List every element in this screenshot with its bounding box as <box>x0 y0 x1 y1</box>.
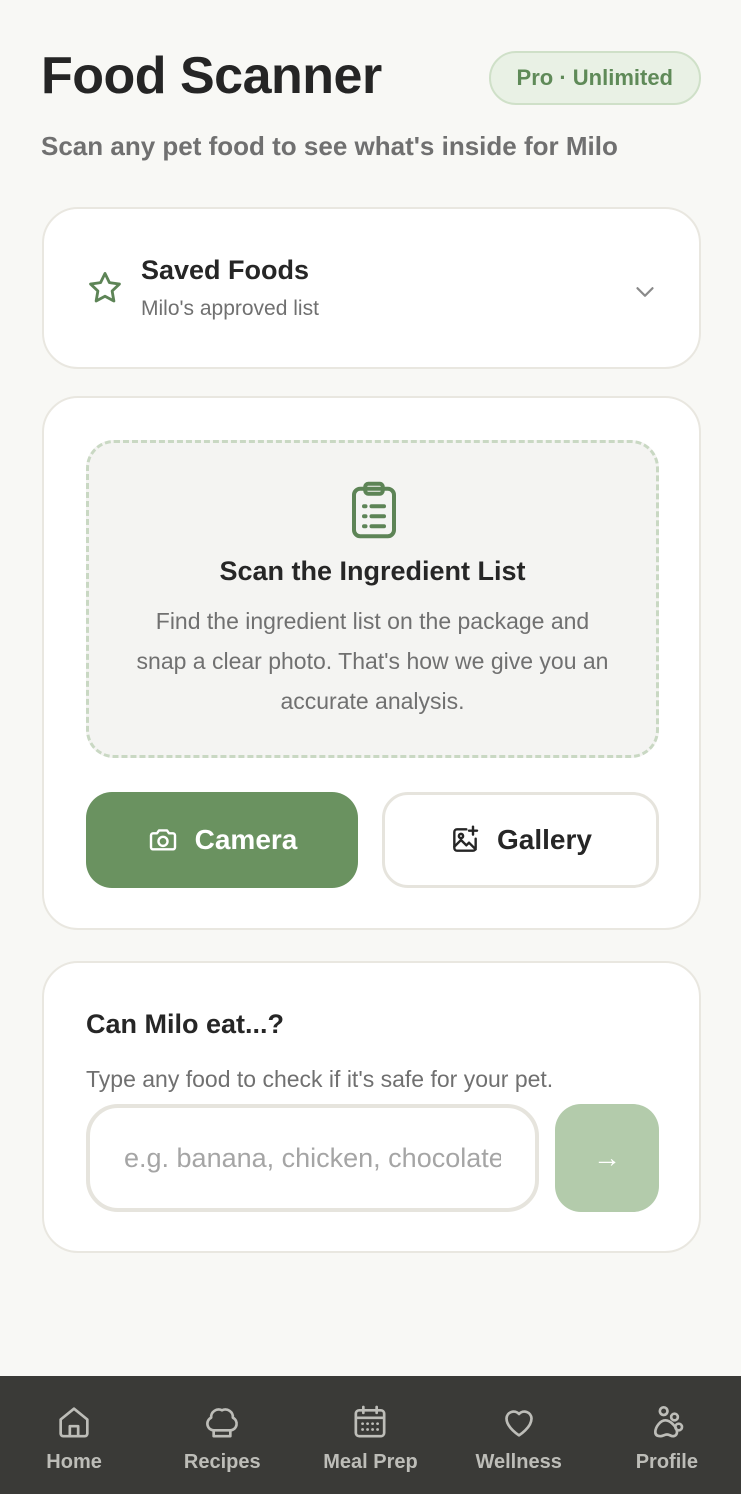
nav-item-home[interactable]: Home <box>0 1376 148 1494</box>
clipboard-list-icon <box>352 481 396 539</box>
nav-item-meal-prep[interactable]: Meal Prep <box>296 1376 444 1494</box>
can-pet-eat-title: Can Milo eat...? <box>86 1009 285 1039</box>
bottom-nav: Home Recipes Meal Prep Wellness Profile <box>0 1376 741 1494</box>
heart-icon <box>504 1410 533 1437</box>
scan-title: Scan the Ingredient List <box>219 556 526 586</box>
food-search-input[interactable] <box>86 1104 539 1212</box>
calendar-icon <box>354 1405 386 1438</box>
scan-card: Scan the Ingredient List Find the ingred… <box>42 396 701 930</box>
gallery-label: Gallery <box>497 824 592 855</box>
scan-drop-zone[interactable]: Scan the Ingredient List Find the ingred… <box>86 440 659 758</box>
nav-item-wellness[interactable]: Wellness <box>445 1376 593 1494</box>
camera-label: Camera <box>194 824 298 855</box>
gallery-button[interactable]: Gallery <box>382 792 659 888</box>
paw-icon <box>653 1406 684 1438</box>
plan-badge[interactable]: Pro · Unlimited <box>488 51 701 105</box>
saved-foods-card[interactable]: Saved Foods Milo's approved list <box>42 207 701 369</box>
star-icon <box>89 272 121 303</box>
chef-hat-icon <box>206 1408 239 1438</box>
home-icon <box>59 1407 89 1438</box>
image-plus-icon <box>453 825 479 852</box>
saved-foods-title: Saved Foods <box>141 255 310 285</box>
can-pet-eat-subtitle: Type any food to check if it's safe for … <box>86 1066 554 1092</box>
nav-label-recipes: Recipes <box>183 1451 261 1473</box>
scan-description: Find the ingredient list on the package … <box>136 608 609 714</box>
nav-label-profile: Profile <box>635 1451 698 1473</box>
nav-label-home: Home <box>46 1451 102 1473</box>
arrow-right-icon: → <box>593 1142 621 1173</box>
camera-icon <box>149 829 176 851</box>
page-header: Food Scanner Pro · Unlimited <box>41 46 701 106</box>
nav-label-meal-prep: Meal Prep <box>323 1451 418 1473</box>
camera-button[interactable]: Camera <box>86 792 358 888</box>
can-pet-eat-card: Can Milo eat...? Type any food to check … <box>42 961 701 1253</box>
saved-foods-subtitle: Milo's approved list <box>141 297 319 320</box>
chevron-down-icon[interactable] <box>630 277 660 307</box>
nav-label-wellness: Wellness <box>475 1451 562 1473</box>
page-subtitle: Scan any pet food to see what's inside f… <box>41 131 618 161</box>
food-search-submit-button[interactable]: → <box>555 1104 659 1212</box>
nav-item-recipes[interactable]: Recipes <box>148 1376 296 1494</box>
nav-item-profile[interactable]: Profile <box>593 1376 741 1494</box>
